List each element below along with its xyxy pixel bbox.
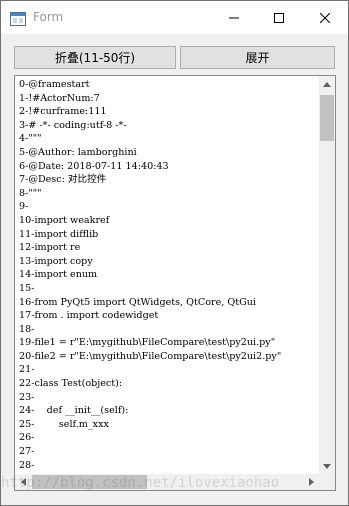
code-line: 1-!#ActorNum:7 [19,92,100,104]
code-line: 14-import enum [19,269,98,281]
code-line: 21- [19,364,35,376]
code-line: 6-@Date: 2018-07-11 14:40:43 [19,160,169,172]
code-line: 17-from . import codewidget [19,310,159,322]
code-lines[interactable]: 0-@framestart 1-!#ActorNum:7 2-!#curframe:… [19,78,319,473]
code-line: 28- [19,459,35,471]
code-line: 4-""" [19,133,42,145]
code-line: 15- [19,282,35,294]
minimize-icon [228,8,239,27]
code-line: 24- def __init__(self): [19,405,129,417]
app-icon [10,11,26,26]
code-line: 2-!#curframe:111 [19,106,107,118]
code-line: 9- [19,201,29,213]
horizontal-scroll-thumb[interactable] [32,475,147,489]
code-line: 8-""" [19,187,42,199]
maximize-icon [273,8,284,27]
code-line: 26- [19,432,35,444]
code-line: 5-@Author: lamborghini [19,146,137,158]
code-line: 13-import copy [19,255,93,267]
code-line: 19-file1 = r"E:\mygithub\FileCompare\tes… [19,337,276,349]
minimize-button[interactable] [211,1,256,34]
scrollbar-corner [319,474,335,490]
scroll-left-arrow[interactable] [15,474,31,490]
code-line: 25- self.m_xxx [19,418,109,430]
maximize-button[interactable] [256,1,301,34]
vertical-scroll-thumb[interactable] [320,95,334,141]
code-editor[interactable]: 0-@framestart 1-!#ActorNum:7 2-!#curframe:… [14,75,336,491]
code-line: 12-import re [19,242,81,254]
expand-button[interactable]: 展开 [180,46,335,69]
code-line: 3-# -*- coding:utf-8 -*- [19,119,127,131]
close-button[interactable] [302,1,347,34]
code-line: 11-import difflib [19,228,99,240]
code-line: 0-@framestart [19,79,90,90]
code-line: 27- [19,446,35,458]
code-line: 16-from PyQt5 import QtWidgets, QtCore, … [19,296,256,308]
horizontal-scrollbar[interactable] [15,474,319,490]
fold-button[interactable]: 折叠(11-50行) [14,46,176,69]
vertical-scrollbar[interactable] [319,76,335,474]
scroll-right-arrow[interactable] [303,474,319,490]
code-line: 23- [19,391,35,403]
code-line: 20-file2 = r"E:\mygithub\FileCompare\tes… [19,350,282,362]
scroll-down-arrow[interactable] [319,458,335,474]
code-line: 22-class Test(object): [19,378,123,390]
code-line: 7-@Desc: 对比控件 [19,174,107,186]
code-line: 18- [19,323,35,335]
close-icon [319,8,330,27]
title-bar[interactable]: Form [1,1,348,34]
scroll-up-arrow[interactable] [319,76,335,92]
code-line: 10-import weakref [19,214,110,226]
form-window: Form 折叠(11-50行) 展开 0-@framestart 1-!#Acto… [0,0,349,506]
window-title: Form [33,10,64,24]
